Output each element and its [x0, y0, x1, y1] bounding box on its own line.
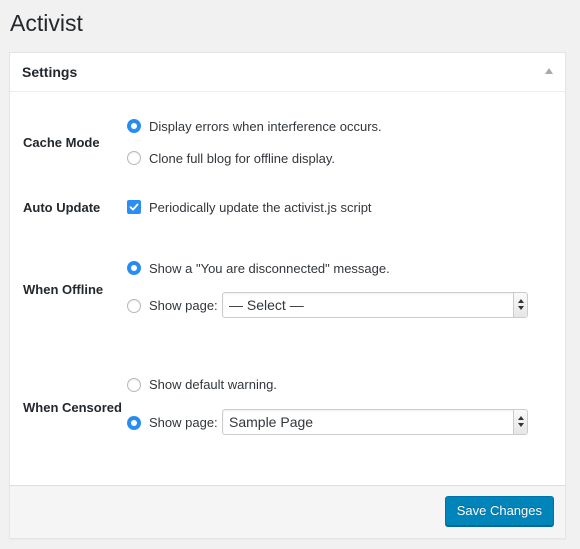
auto-update-label: Auto Update: [23, 200, 101, 215]
save-changes-button[interactable]: Save Changes: [444, 496, 554, 526]
auto-update-text: Periodically update the activist.js scri…: [149, 200, 372, 215]
settings-panel: Settings Cache Mode Display errors when …: [9, 52, 566, 539]
cache-mode-display-errors-text: Display errors when interference occurs.: [149, 119, 382, 134]
when-censored-show-page-radio[interactable]: [127, 416, 141, 430]
when-offline-show-page-radio[interactable]: [127, 299, 141, 313]
cache-mode-clone-blog-text: Clone full blog for offline display.: [149, 151, 335, 166]
collapse-toggle-icon[interactable]: [545, 68, 553, 74]
when-censored-default-warning-radio[interactable]: [127, 378, 141, 392]
when-censored-select-value: Sample Page: [229, 414, 314, 430]
when-censored-show-page-text: Show page:: [149, 415, 218, 430]
settings-panel-header: Settings: [10, 53, 565, 92]
when-offline-show-page-text: Show page:: [149, 298, 218, 313]
cache-mode-label: Cache Mode: [23, 135, 100, 150]
auto-update-checkbox[interactable]: [127, 200, 141, 214]
when-offline-label: When Offline: [23, 282, 104, 297]
settings-title: Settings: [22, 64, 78, 80]
select-arrows-icon: [513, 410, 527, 434]
cache-mode-clone-blog-radio[interactable]: [127, 151, 141, 165]
settings-panel-footer: Save Changes: [10, 485, 565, 538]
when-censored-default-warning-text: Show default warning.: [149, 377, 277, 392]
when-censored-label: When Censored: [23, 400, 122, 415]
when-offline-select-value: — Select —: [229, 297, 304, 313]
cache-mode-display-errors-radio[interactable]: [127, 119, 141, 133]
when-censored-page-select[interactable]: Sample Page: [222, 409, 528, 435]
select-arrows-icon: [513, 293, 527, 317]
when-offline-message-radio[interactable]: [127, 261, 141, 275]
page-title: Activist: [10, 10, 83, 36]
when-offline-message-text: Show a "You are disconnected" message.: [149, 261, 390, 276]
when-offline-page-select[interactable]: — Select —: [222, 292, 528, 318]
checkmark-icon: [129, 203, 139, 211]
